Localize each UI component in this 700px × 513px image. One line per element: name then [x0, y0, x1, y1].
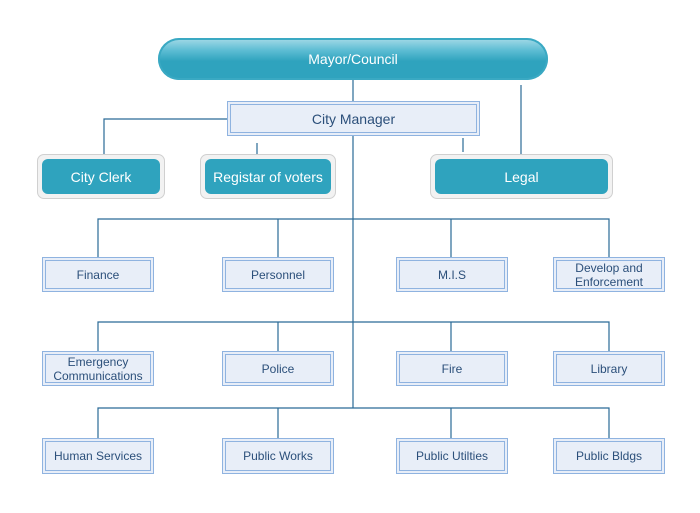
department-node: Finance	[42, 257, 154, 292]
node-label: Develop and Enforcement	[574, 260, 644, 289]
department-node: Emergency Communications	[42, 351, 154, 386]
node-label: City Clerk	[42, 159, 160, 194]
mayor-council-node: Mayor/Council	[158, 38, 548, 80]
department-node: Library	[553, 351, 665, 386]
connector-manager-clerk	[103, 118, 227, 154]
department-node: Police	[222, 351, 334, 386]
node-label: Public Utilties	[415, 449, 489, 463]
department-node: Public Works	[222, 438, 334, 474]
department-node: Public Bldgs	[553, 438, 665, 474]
registar-node: Registar of voters	[200, 154, 336, 199]
department-node: Develop and Enforcement	[553, 257, 665, 292]
node-label: M.I.S	[437, 267, 466, 282]
node-label: Registar of voters	[205, 159, 331, 194]
org-chart: Mayor/Council City Manager City Clerk Re…	[0, 0, 700, 513]
node-label: Personnel	[250, 267, 306, 282]
department-node: Public Utilties	[396, 438, 508, 474]
node-label: Legal	[435, 159, 608, 194]
connector-row-3	[97, 407, 610, 438]
node-label: City Manager	[311, 110, 396, 127]
node-label: Mayor/Council	[308, 51, 398, 67]
department-node: Human Services	[42, 438, 154, 474]
legal-node: Legal	[430, 154, 613, 199]
department-node: M.I.S	[396, 257, 508, 292]
node-label: Finance	[76, 267, 120, 282]
department-node: Fire	[396, 351, 508, 386]
node-label: Emergency Communications	[53, 354, 143, 383]
city-manager-node: City Manager	[227, 101, 480, 136]
node-label: Public Bldgs	[575, 449, 643, 463]
node-label: Library	[590, 361, 628, 376]
node-label: Public Works	[243, 449, 313, 463]
city-clerk-node: City Clerk	[37, 154, 165, 199]
node-label: Police	[261, 361, 295, 376]
node-label: Human Services	[53, 449, 143, 463]
node-label: Fire	[441, 361, 463, 376]
department-node: Personnel	[222, 257, 334, 292]
